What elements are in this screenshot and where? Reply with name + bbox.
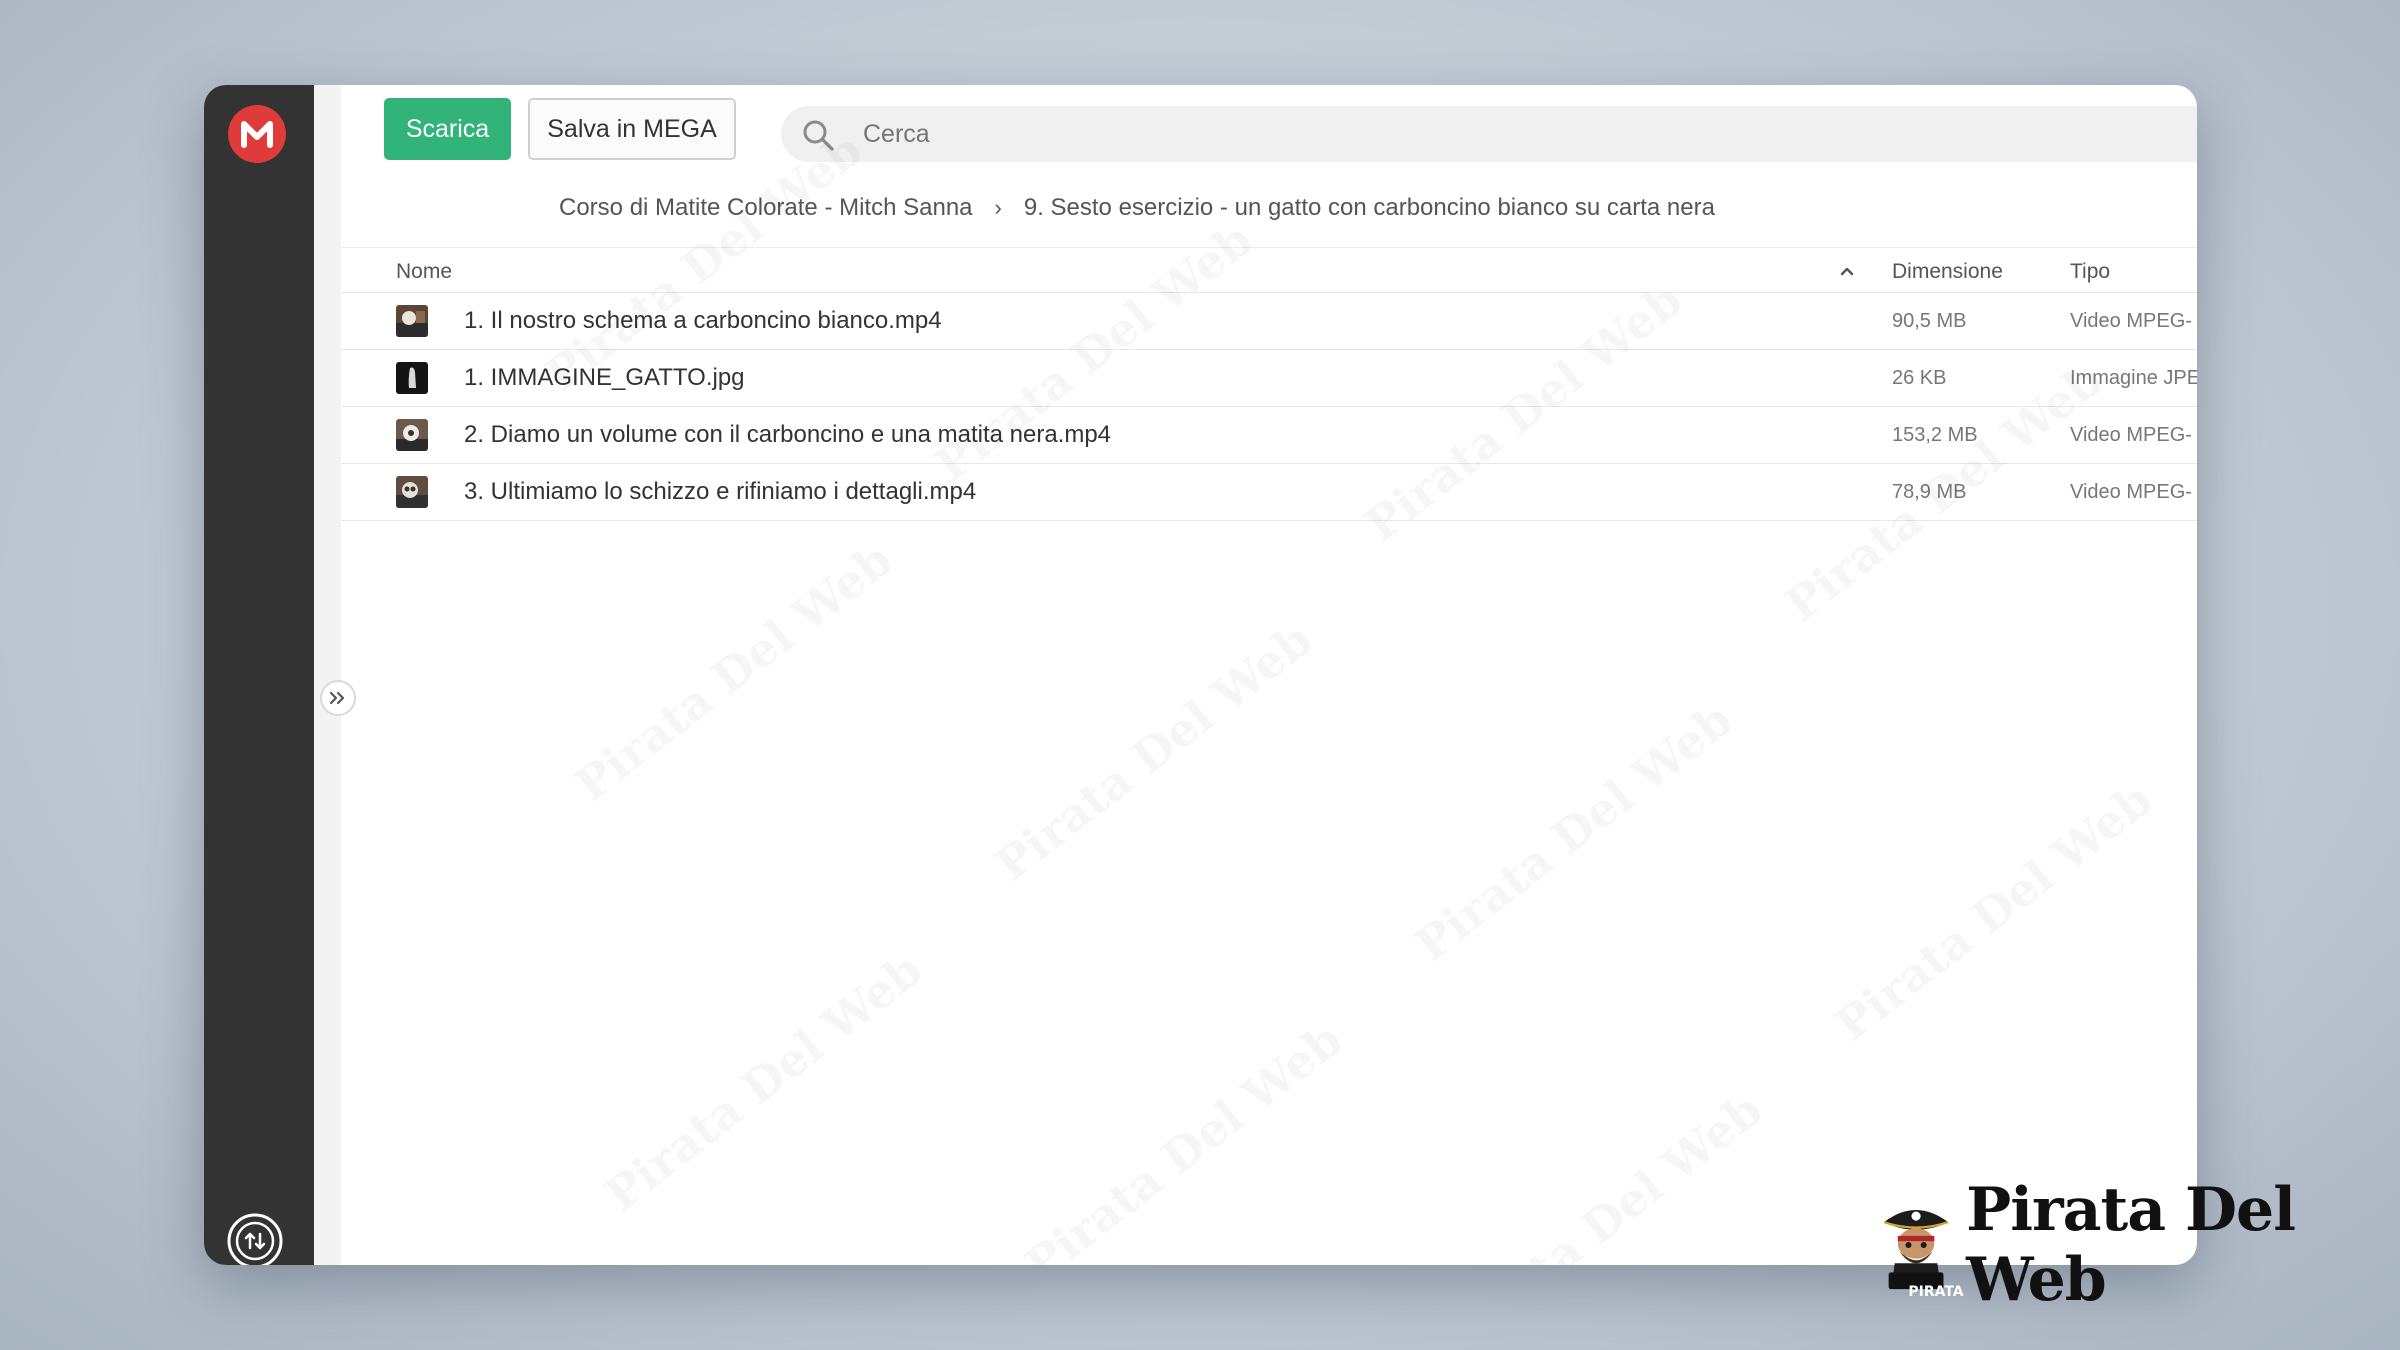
sidebar-gutter <box>314 85 341 1265</box>
file-name[interactable]: 2. Diamo un volume con il carboncino e u… <box>464 407 1111 463</box>
save-to-mega-button[interactable]: Salva in MEGA <box>528 98 736 160</box>
pirata-del-web-logo: PIRATA Pirata Del Web <box>1878 1175 2338 1315</box>
breadcrumb-item-current-folder[interactable]: 9. Sesto esercizio - un gatto con carbon… <box>1024 194 1715 222</box>
expand-sidebar-button[interactable] <box>320 680 356 716</box>
app-window: Scarica Salva in MEGA Corso di Matite Co… <box>204 85 2197 1265</box>
file-size: 78,9 MB <box>1892 481 1967 503</box>
sidebar <box>204 85 314 1265</box>
table-header: Nome Dimensione Tipo <box>341 252 2197 293</box>
brand-name: Pirata Del Web <box>1966 1175 2296 1315</box>
column-header-name[interactable]: Nome <box>396 252 452 292</box>
video-thumbnail-icon <box>396 419 428 451</box>
search-icon <box>803 120 834 151</box>
file-name[interactable]: 3. Ultimiamo lo schizzo e rifiniamo i de… <box>464 464 976 520</box>
file-size: 26 KB <box>1892 367 1947 389</box>
watermark: Pirata Del Web <box>565 532 902 812</box>
video-thumbnail-icon <box>396 476 428 508</box>
watermark: Pirata Del Web <box>1435 1082 1772 1265</box>
double-chevron-right-icon <box>329 691 345 705</box>
watermark: Pirata Del Web <box>595 942 932 1222</box>
download-button[interactable]: Scarica <box>384 98 511 160</box>
watermark: Pirata Del Web <box>1405 692 1742 972</box>
file-type: Video MPEG- <box>2070 310 2192 332</box>
file-type: Video MPEG- <box>2070 424 2192 446</box>
table-row[interactable]: 3. Ultimiamo lo schizzo e rifiniamo i de… <box>341 464 2197 521</box>
table-row[interactable]: 1. Il nostro schema a carboncino bianco.… <box>341 293 2197 350</box>
file-name[interactable]: 1. Il nostro schema a carboncino bianco.… <box>464 293 942 349</box>
file-type: Immagine JPE <box>2070 367 2197 389</box>
file-name[interactable]: 1. IMMAGINE_GATTO.jpg <box>464 350 745 406</box>
file-size: 90,5 MB <box>1892 310 1967 332</box>
transfer-manager-icon[interactable] <box>226 1212 284 1265</box>
pirata-badge-label: PIRATA <box>1908 1284 1964 1300</box>
breadcrumb-item-course[interactable]: Corso di Matite Colorate - Mitch Sanna <box>559 194 973 222</box>
divider <box>341 247 2197 248</box>
search-input[interactable] <box>863 106 2187 162</box>
column-header-size[interactable]: Dimensione <box>1892 252 2003 292</box>
watermark: Pirata Del Web <box>1825 772 2162 1052</box>
column-header-type[interactable]: Tipo <box>2070 252 2110 292</box>
watermark: Pirata Del Web <box>985 612 1322 892</box>
video-thumbnail-icon <box>396 305 428 337</box>
search-bar[interactable] <box>781 106 2197 162</box>
table-row[interactable]: 2. Diamo un volume con il carboncino e u… <box>341 407 2197 464</box>
main-panel: Scarica Salva in MEGA Corso di Matite Co… <box>341 85 2197 1265</box>
sort-ascending-icon[interactable] <box>1836 260 1858 282</box>
table-row[interactable]: 1. IMMAGINE_GATTO.jpg 26 KB Immagine JPE <box>341 350 2197 407</box>
file-type: Video MPEG- <box>2070 481 2192 503</box>
image-thumbnail-icon <box>396 362 428 394</box>
file-size: 153,2 MB <box>1892 424 1978 446</box>
breadcrumb: Corso di Matite Colorate - Mitch Sanna ›… <box>559 188 1715 228</box>
chevron-right-icon: › <box>994 195 1002 220</box>
watermark: Pirata Del Web <box>1015 1012 1352 1265</box>
mega-logo-icon[interactable] <box>228 105 286 163</box>
